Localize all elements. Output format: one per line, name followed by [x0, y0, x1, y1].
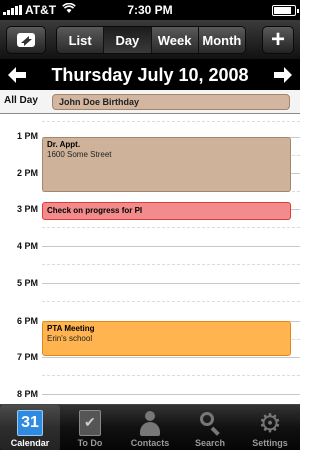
day-timeline[interactable]: 1 PM 2 PM 3 PM 4 PM 5 PM 6 PM 7 PM 8 PM …	[0, 114, 300, 404]
hour-label: 1 PM	[16, 131, 38, 141]
hour-label: 8 PM	[16, 389, 38, 399]
hour-label: 6 PM	[16, 316, 38, 326]
half-hour-line	[42, 301, 300, 302]
battery-level	[274, 7, 291, 14]
event-location: Erin's school	[47, 334, 93, 343]
view-option-month[interactable]: Month	[197, 27, 245, 53]
tab-calendar[interactable]: 31 Calendar	[0, 405, 60, 450]
hour-label: 7 PM	[16, 352, 38, 362]
half-hour-line	[42, 375, 300, 376]
magnifier-icon	[197, 410, 223, 436]
hour-label: 5 PM	[16, 278, 38, 288]
event-location: 1600 Some Street	[47, 150, 112, 159]
view-option-list[interactable]: List	[57, 27, 104, 53]
half-hour-line	[42, 264, 300, 265]
add-event-button[interactable]: +	[262, 26, 294, 54]
battery-icon	[272, 5, 299, 16]
tab-label: Search	[194, 438, 226, 448]
top-toolbar: List Day Week Month +	[0, 20, 300, 60]
tab-label: Contacts	[130, 438, 170, 448]
hour-label: 2 PM	[16, 168, 38, 178]
tab-bar: 31 Calendar To Do Contacts Search ⚙ Sett…	[0, 404, 300, 450]
event-title: Check on progress for PI	[47, 206, 143, 215]
hour-line	[42, 246, 300, 247]
all-day-label: All Day	[4, 95, 38, 106]
all-day-row: All Day John Doe Birthday	[0, 90, 300, 114]
hour-line	[42, 283, 300, 284]
event-check-progress[interactable]: Check on progress for PI	[42, 202, 291, 220]
tab-label: Calendar	[10, 438, 50, 448]
view-option-week[interactable]: Week	[150, 27, 198, 53]
tab-search[interactable]: Search	[180, 405, 240, 450]
date-bar: Thursday July 10, 2008	[0, 60, 300, 90]
view-segmented-control: List Day Week Month	[56, 26, 246, 54]
tab-label: To Do	[77, 438, 103, 448]
hour-line	[42, 394, 300, 395]
status-bar: AT&T 7:30 PM	[0, 0, 300, 20]
hour-line	[42, 357, 300, 358]
half-hour-line	[42, 227, 300, 228]
next-day-button[interactable]	[268, 60, 298, 90]
sync-icon	[17, 33, 35, 47]
calendar-icon: 31	[17, 410, 43, 436]
current-date: Thursday July 10, 2008	[51, 65, 249, 85]
hour-label: 3 PM	[16, 204, 38, 214]
tab-label: Settings	[252, 438, 288, 448]
status-time: 7:30 PM	[127, 3, 173, 17]
event-dr-appt[interactable]: Dr. Appt. 1600 Some Street	[42, 137, 291, 192]
left-arrow-icon	[8, 67, 26, 83]
calendar-app: AT&T 7:30 PM List Day Week Month + Thurs…	[0, 0, 300, 450]
tab-settings[interactable]: ⚙ Settings	[240, 405, 300, 450]
hour-label: 4 PM	[16, 241, 38, 251]
person-icon	[137, 410, 163, 436]
tab-contacts[interactable]: Contacts	[120, 405, 180, 450]
gear-icon: ⚙	[258, 408, 282, 438]
event-pta-meeting[interactable]: PTA Meeting Erin's school	[42, 321, 291, 356]
half-hour-line	[42, 121, 300, 122]
view-option-day[interactable]: Day	[103, 27, 151, 53]
tab-todo[interactable]: To Do	[60, 405, 120, 450]
all-day-event[interactable]: John Doe Birthday	[52, 94, 290, 110]
checklist-icon	[79, 410, 101, 436]
previous-day-button[interactable]	[2, 60, 32, 90]
right-arrow-icon	[274, 67, 292, 83]
sync-button[interactable]	[6, 26, 46, 54]
event-title: PTA Meeting	[47, 324, 95, 333]
event-title: Dr. Appt.	[47, 140, 81, 149]
